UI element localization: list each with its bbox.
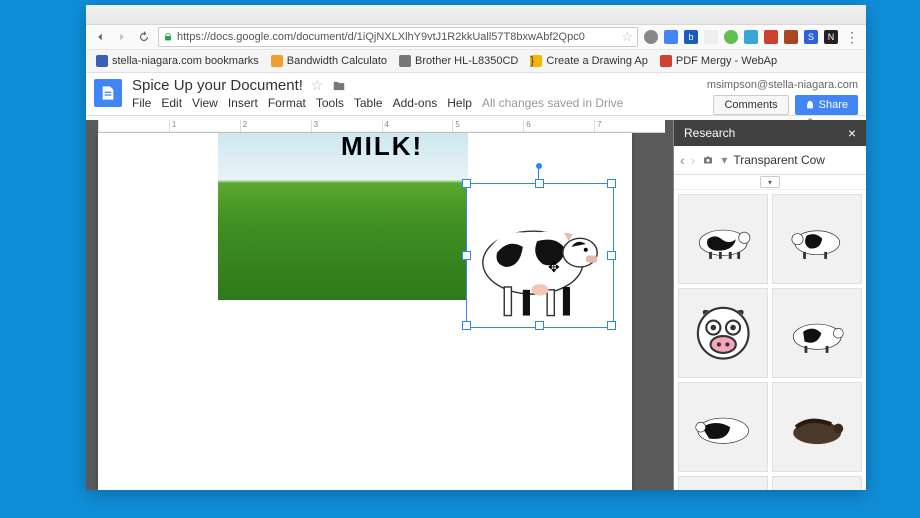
ext-icon[interactable] [744, 30, 758, 44]
rotate-handle[interactable] [536, 163, 542, 169]
docs-header: Spice Up your Document! ☆ File Edit View… [86, 73, 866, 115]
ext-icon[interactable]: S [804, 30, 818, 44]
bookmarks-bar: stella-niagara.com bookmarks Bandwidth C… [86, 50, 866, 73]
research-query[interactable]: Transparent Cow [733, 153, 825, 167]
work-area: 123 4567 MILK! [86, 120, 866, 490]
research-panel: Research × ‹ › ▾ Transparent Cow ▾ [673, 120, 866, 490]
research-header: Research × [674, 120, 866, 146]
ext-icon[interactable] [664, 30, 678, 44]
forward-button[interactable] [114, 29, 130, 45]
resize-handle[interactable] [607, 321, 616, 330]
star-icon[interactable]: ☆ [621, 29, 633, 45]
url-text: https://docs.google.com/document/d/1iQjN… [177, 31, 617, 43]
result-thumb[interactable] [678, 194, 768, 284]
research-back-button[interactable]: ‹ [680, 152, 685, 168]
ext-icon[interactable]: b [684, 30, 698, 44]
bookmark-label: stella-niagara.com bookmarks [112, 55, 259, 67]
ext-icon[interactable] [704, 30, 718, 44]
url-bar[interactable]: https://docs.google.com/document/d/1iQjN… [158, 27, 638, 47]
resize-handle[interactable] [462, 179, 471, 188]
menu-table[interactable]: Table [354, 96, 383, 110]
account-email[interactable]: msimpson@stella-niagara.com [707, 79, 858, 91]
browser-window: https://docs.google.com/document/d/1iQjN… [86, 5, 866, 490]
resize-handle[interactable] [535, 179, 544, 188]
extension-row: b S N ⋮ [644, 29, 860, 45]
bookmark-label: Brother HL-L8350CD [415, 55, 518, 67]
research-filter-dropdown[interactable]: ▾ [760, 176, 780, 188]
resize-handle[interactable] [607, 179, 616, 188]
research-results-grid[interactable] [674, 190, 866, 490]
menu-edit[interactable]: Edit [161, 96, 182, 110]
resize-handle[interactable] [462, 251, 471, 260]
folder-icon[interactable] [331, 79, 347, 93]
lock-icon [805, 100, 815, 110]
bookmark-item[interactable]: stella-niagara.com bookmarks [96, 55, 259, 67]
share-label: Share [819, 99, 848, 111]
canvas-area[interactable]: 123 4567 MILK! [86, 120, 673, 490]
tab-strip [86, 5, 866, 25]
research-title: Research [684, 126, 735, 140]
selected-cow-image[interactable]: ✥ [466, 183, 612, 326]
bookmark-label: Create a Drawing Ap [546, 55, 648, 67]
image-search-icon[interactable] [701, 154, 715, 166]
close-icon[interactable]: × [848, 125, 856, 141]
bookmark-item[interactable]: }Create a Drawing Ap [530, 55, 648, 67]
ext-icon[interactable] [784, 30, 798, 44]
star-icon[interactable]: ☆ [311, 77, 324, 94]
bookmark-item[interactable]: PDF Mergy - WebAp [660, 55, 777, 67]
cow-illustration [467, 184, 613, 327]
bookmark-label: Bandwidth Calculato [287, 55, 387, 67]
share-button[interactable]: Share [795, 95, 858, 115]
bookmark-item[interactable]: Brother HL-L8350CD [399, 55, 518, 67]
menu-tools[interactable]: Tools [316, 96, 344, 110]
page-title-text: MILK! [341, 131, 423, 162]
menu-view[interactable]: View [192, 96, 218, 110]
result-thumb[interactable] [678, 476, 768, 490]
back-button[interactable] [92, 29, 108, 45]
chrome-menu-icon[interactable]: ⋮ [844, 29, 860, 45]
resize-handle[interactable] [607, 251, 616, 260]
result-thumb[interactable] [772, 288, 862, 378]
menu-addons[interactable]: Add-ons [393, 96, 438, 110]
result-thumb[interactable] [678, 382, 768, 472]
resize-handle[interactable] [462, 321, 471, 330]
menu-file[interactable]: File [132, 96, 151, 110]
research-nav: ‹ › ▾ Transparent Cow [674, 146, 866, 175]
lock-icon [163, 32, 173, 42]
result-thumb[interactable] [772, 476, 862, 490]
menu-insert[interactable]: Insert [228, 96, 258, 110]
menu-bar: File Edit View Insert Format Tools Table… [132, 96, 697, 110]
ext-icon[interactable]: N [824, 30, 838, 44]
research-forward-button[interactable]: › [691, 152, 696, 168]
ext-icon[interactable] [644, 30, 658, 44]
ext-icon[interactable] [764, 30, 778, 44]
document-page[interactable]: MILK! [98, 133, 632, 490]
reload-button[interactable] [136, 29, 152, 45]
result-thumb[interactable] [678, 288, 768, 378]
docs-logo[interactable] [94, 79, 122, 107]
comments-button[interactable]: Comments [713, 95, 788, 115]
ext-icon[interactable] [724, 30, 738, 44]
document-title[interactable]: Spice Up your Document! [132, 77, 303, 94]
result-thumb[interactable] [772, 382, 862, 472]
address-bar-row: https://docs.google.com/document/d/1iQjN… [86, 25, 866, 50]
menu-format[interactable]: Format [268, 96, 306, 110]
bookmark-item[interactable]: Bandwidth Calculato [271, 55, 387, 67]
resize-handle[interactable] [535, 321, 544, 330]
menu-help[interactable]: Help [447, 96, 472, 110]
save-status: All changes saved in Drive [482, 96, 623, 110]
bookmark-label: PDF Mergy - WebAp [676, 55, 777, 67]
result-thumb[interactable] [772, 194, 862, 284]
